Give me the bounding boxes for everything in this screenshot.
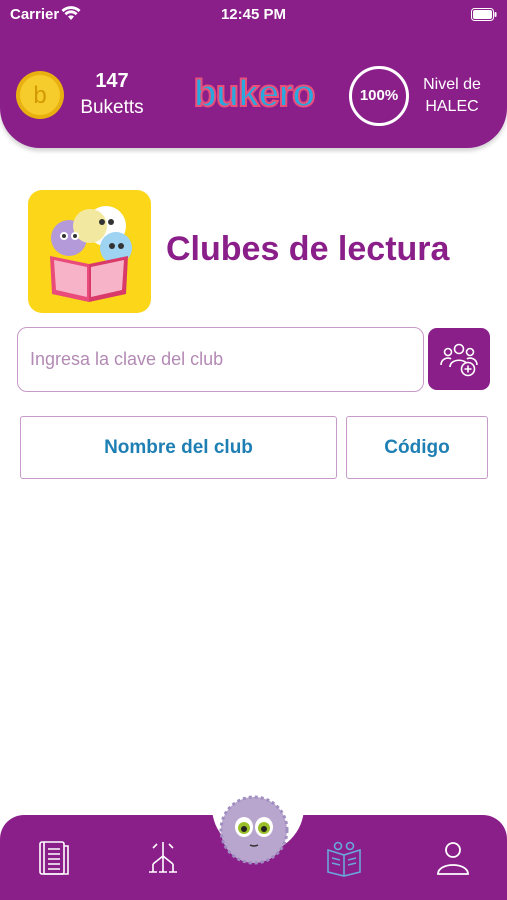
coin-label: Buketts: [80, 97, 144, 118]
status-bar: Carrier 12:45 PM: [0, 0, 507, 28]
tab-club-code[interactable]: Código: [346, 416, 488, 479]
level-indicator[interactable]: 100%: [349, 66, 409, 126]
page-title: Clubes de lectura: [166, 230, 450, 268]
battery-icon: [471, 8, 497, 21]
tree-icon[interactable]: [145, 838, 181, 878]
books-icon[interactable]: [36, 838, 72, 878]
bukero-logo: bukero: [193, 72, 317, 116]
tab-club-name[interactable]: Nombre del club: [20, 416, 337, 479]
level-percent: 100%: [359, 87, 399, 104]
coin-icon: b: [16, 71, 64, 119]
svg-text:bukero: bukero: [194, 73, 315, 115]
open-book-icon[interactable]: [326, 838, 362, 878]
mascot-icon[interactable]: [217, 793, 291, 865]
level-label-line1: Nivel de: [423, 76, 481, 93]
join-club-button[interactable]: [428, 328, 490, 390]
level-label-line2: HALEC: [425, 98, 479, 115]
group-add-icon: [440, 343, 478, 377]
reading-club-illustration: [28, 190, 151, 313]
svg-text:b: b: [33, 82, 46, 109]
top-header: Carrier 12:45 PM b 147 Buketts bukero 10…: [0, 0, 507, 148]
club-code-input[interactable]: [17, 327, 424, 392]
coin-count: 147: [95, 70, 129, 92]
status-time: 12:45 PM: [220, 6, 287, 23]
profile-icon[interactable]: [435, 838, 471, 878]
level-label: Nivel de HALEC: [414, 74, 490, 118]
